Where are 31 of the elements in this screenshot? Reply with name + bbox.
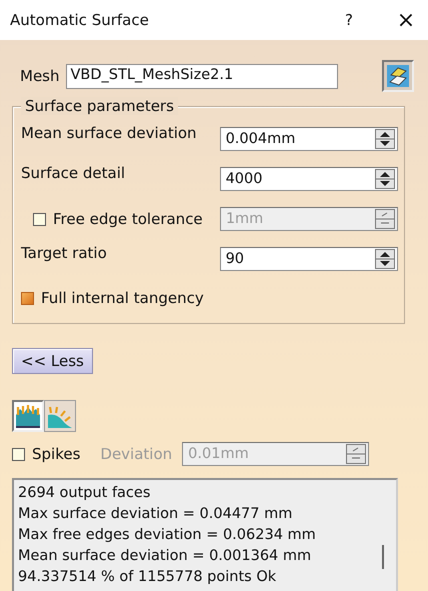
help-button[interactable]: ?	[334, 11, 364, 29]
mode-button[interactable]	[12, 400, 44, 432]
checkbox[interactable]	[21, 292, 34, 304]
log-line: 2694 output faces	[18, 484, 150, 503]
close-button[interactable]: ×	[394, 8, 418, 32]
deviation-label: Deviation	[100, 445, 172, 463]
mesh-select-button[interactable]	[382, 60, 414, 92]
window-title: Automatic Surface	[10, 11, 150, 29]
log-line: 94.337514 % of 1155778 points Ok	[18, 568, 276, 587]
mesh-label: Mesh	[20, 67, 60, 85]
log-line: Max free edges deviation = 0.06234 mm	[18, 526, 316, 545]
field-label: Surface detail	[21, 163, 126, 182]
mesh-field[interactable]: VBD_STL_MeshSize2.1	[66, 64, 338, 88]
spin-buttons-icon[interactable]	[375, 169, 395, 189]
surface-shapes-icon	[387, 65, 409, 87]
checkbox-label: Spikes	[32, 445, 80, 463]
field-label: Target ratio	[21, 243, 108, 262]
spin-buttons-icon[interactable]	[375, 129, 395, 149]
less-button[interactable]: << Less	[12, 348, 93, 374]
spin-field[interactable]: 4000	[220, 167, 398, 191]
terrain-icon	[15, 403, 41, 429]
checkbox-label: Free edge tolerance	[53, 210, 203, 228]
checkbox-label: Full internal tangency	[41, 289, 204, 307]
log-line: Mean surface deviation = 0.001364 mm	[18, 547, 312, 566]
group-title: Surface parameters	[21, 97, 178, 115]
spin-buttons-icon[interactable]	[375, 249, 395, 269]
scroll-thumb[interactable]	[382, 545, 384, 569]
spin-field[interactable]: 0.004mm	[220, 127, 398, 151]
spin-field[interactable]: 90	[220, 247, 398, 271]
field-label: Mean surface deviation	[21, 123, 198, 142]
log-line: Max surface deviation = 0.04477 mm	[18, 505, 292, 524]
